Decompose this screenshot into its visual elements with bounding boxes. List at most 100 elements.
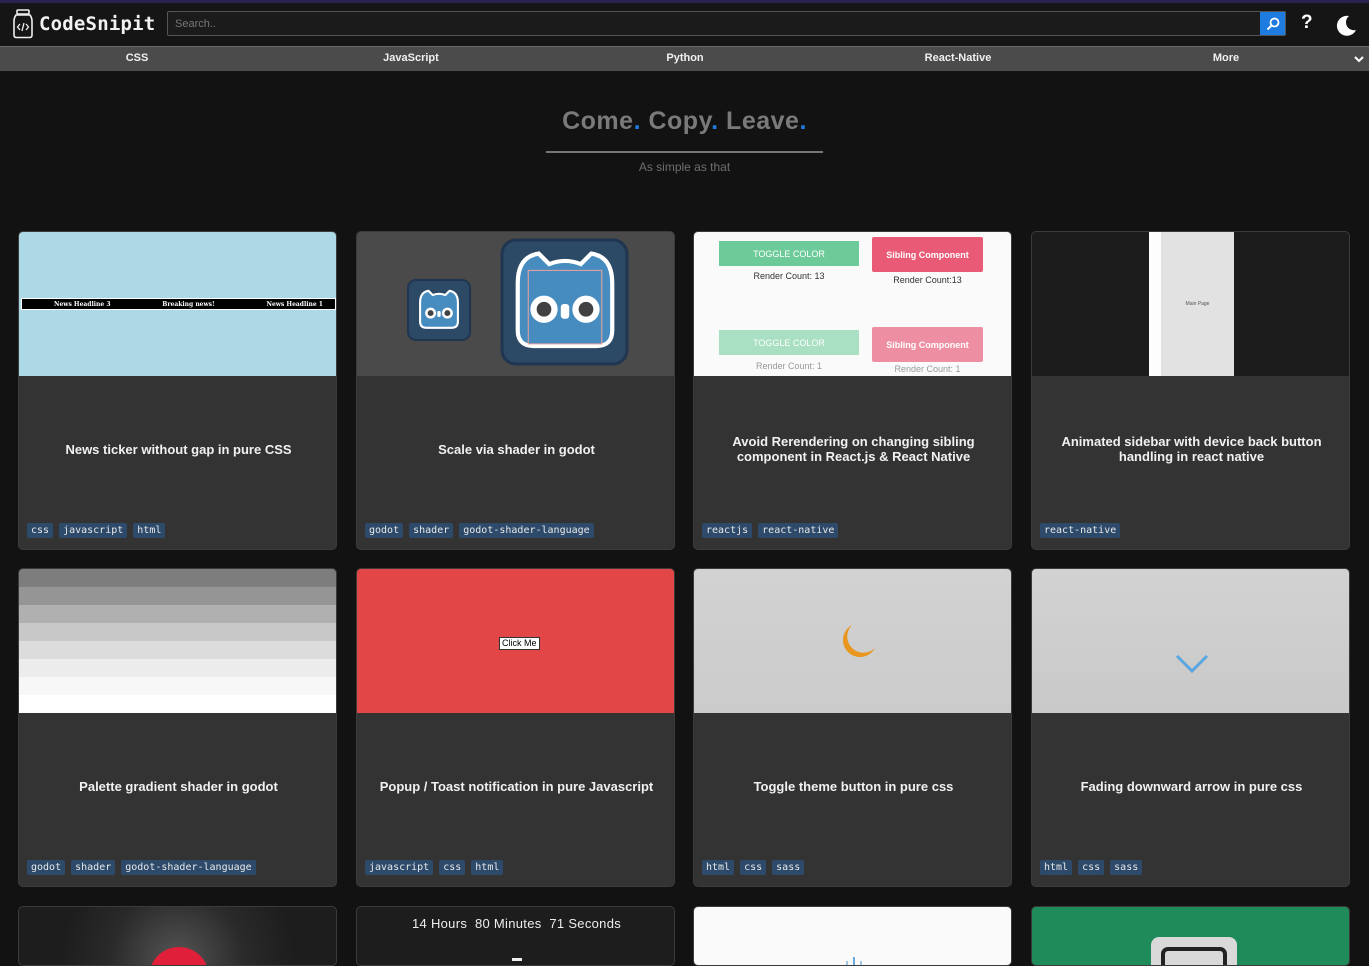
brand-logo[interactable]: CodeSnipit <box>12 9 155 39</box>
red-circle-icon <box>151 947 207 965</box>
card-title: Animated sidebar with device back button… <box>1061 434 1322 464</box>
snippet-card[interactable] <box>1031 906 1350 966</box>
hero-subtitle: As simple as that <box>638 160 731 174</box>
tag[interactable]: reactjs <box>702 523 753 538</box>
godot-logo-icon <box>407 238 629 366</box>
tag-list: reactjs react-native <box>702 523 839 538</box>
snippet-card[interactable] <box>693 906 1012 966</box>
code-jar-icon <box>13 9 33 39</box>
category-nav: CSS JavaScript Python React-Native More <box>0 46 1369 71</box>
hero-dot: . <box>799 107 807 135</box>
hero-word-leave: Leave <box>726 107 800 135</box>
snippet-card[interactable]: TOGGLE COLOR Sibling Component Render Co… <box>693 231 1012 550</box>
card-title: Toggle theme button in pure css <box>753 779 954 794</box>
tag[interactable]: shader <box>409 523 454 538</box>
card-preview: Click Me <box>357 569 674 713</box>
snippet-card[interactable]: Fading downward arrow in pure css html c… <box>1031 568 1350 887</box>
render-count: Render Count:13 <box>893 275 962 285</box>
nav-item-css[interactable]: CSS <box>126 52 149 64</box>
sidebar-panel <box>1149 232 1161 376</box>
help-button[interactable]: ? <box>1301 12 1313 34</box>
ticker-item: Breaking news! <box>162 300 215 308</box>
card-title: Popup / Toast notification in pure Javas… <box>379 779 654 794</box>
nav-item-python[interactable]: Python <box>666 52 703 64</box>
top-bar: CodeSnipit ? <box>0 0 1369 46</box>
palette-swatch <box>19 605 336 624</box>
tag[interactable]: godot <box>365 523 404 538</box>
snippet-card[interactable]: Toggle theme button in pure css html css… <box>693 568 1012 887</box>
nav-item-javascript[interactable]: JavaScript <box>383 52 439 64</box>
tag-list: react-native <box>1040 523 1121 538</box>
countdown-timer: 14 Hours 80 Minutes 71 Seconds <box>411 916 622 931</box>
palette-swatch <box>19 695 336 713</box>
crescent-moon-icon <box>843 625 875 657</box>
tag[interactable]: css <box>740 860 767 875</box>
snippet-card[interactable]: Main Page Animated sidebar with device b… <box>1031 231 1350 550</box>
main-page-panel: Main Page <box>1161 232 1234 376</box>
palette-swatch <box>19 569 336 588</box>
card-preview <box>19 569 336 713</box>
card-title: Palette gradient shader in godot <box>79 779 278 794</box>
snippet-card[interactable]: Palette gradient shader in godot godot s… <box>18 568 337 887</box>
search-input[interactable] <box>168 12 1260 35</box>
tag[interactable]: html <box>471 860 504 875</box>
palette-swatch <box>19 659 336 678</box>
search-icon <box>1266 17 1279 30</box>
card-preview: Main Page <box>1032 232 1349 376</box>
tag[interactable]: react-native <box>758 523 839 538</box>
tag[interactable]: javascript <box>59 523 128 538</box>
snippet-card[interactable]: 14 Hours 80 Minutes 71 Seconds <box>356 906 675 966</box>
tag[interactable]: css <box>1078 860 1105 875</box>
tag[interactable]: godot-shader-language <box>459 523 594 538</box>
tag[interactable]: shader <box>71 860 116 875</box>
toggle-color-button: TOGGLE COLOR <box>719 241 859 266</box>
search-bar <box>167 11 1286 36</box>
image-icon <box>1151 937 1237 965</box>
nav-item-react-native[interactable]: React-Native <box>925 52 992 64</box>
card-preview: TOGGLE COLOR Sibling Component Render Co… <box>694 232 1011 376</box>
palette-swatch <box>19 677 336 696</box>
tag-list: css javascript html <box>27 523 166 538</box>
news-ticker: News Headline 3 Breaking news! News Head… <box>21 298 336 310</box>
card-title: News ticker without gap in pure CSS <box>65 442 292 457</box>
tag[interactable]: react-native <box>1040 523 1121 538</box>
card-preview <box>1032 569 1349 713</box>
tag[interactable]: html <box>1040 860 1073 875</box>
snippet-card[interactable]: Click Me Popup / Toast notification in p… <box>356 568 675 887</box>
tag[interactable]: javascript <box>365 860 434 875</box>
nav-item-more[interactable]: More <box>1213 52 1239 64</box>
palette-swatch <box>19 623 336 642</box>
tag[interactable]: css <box>27 523 54 538</box>
chevron-down-icon[interactable] <box>1353 54 1365 64</box>
tag[interactable]: html <box>133 523 166 538</box>
tag[interactable]: sass <box>772 860 805 875</box>
tag[interactable]: godot-shader-language <box>121 860 256 875</box>
tag[interactable]: sass <box>1110 860 1143 875</box>
click-me-button: Click Me <box>499 637 540 650</box>
moon-icon[interactable] <box>1335 13 1357 37</box>
tag-list: html css sass <box>702 860 805 875</box>
tag-list: html css sass <box>1040 860 1143 875</box>
render-count: Render Count: 1 <box>755 361 823 371</box>
hero-dot: . <box>633 107 642 135</box>
card-preview <box>694 569 1011 713</box>
search-button[interactable] <box>1260 12 1285 35</box>
snippet-card[interactable]: News Headline 3 Breaking news! News Head… <box>18 231 337 550</box>
hero-title: Come. Copy. Leave. <box>0 107 1369 136</box>
ticker-item: News Headline 3 <box>54 300 111 308</box>
palette-swatch <box>19 641 336 660</box>
progress-marker <box>512 958 522 961</box>
render-count: Render Count: 1 <box>894 364 961 374</box>
tag-list: godot shader godot-shader-language <box>365 523 594 538</box>
snippet-card[interactable]: Scale via shader in godot godot shader g… <box>356 231 675 550</box>
tag[interactable]: css <box>439 860 466 875</box>
snippet-card[interactable] <box>18 906 337 966</box>
loader-icon <box>846 957 862 965</box>
sibling-component: Sibling Component <box>872 237 983 272</box>
card-title: Fading downward arrow in pure css <box>1080 779 1303 794</box>
card-preview: News Headline 3 Breaking news! News Head… <box>19 232 336 376</box>
tag[interactable]: html <box>702 860 735 875</box>
sibling-component: Sibling Component <box>872 327 983 362</box>
tag[interactable]: godot <box>27 860 66 875</box>
card-preview <box>357 232 674 376</box>
